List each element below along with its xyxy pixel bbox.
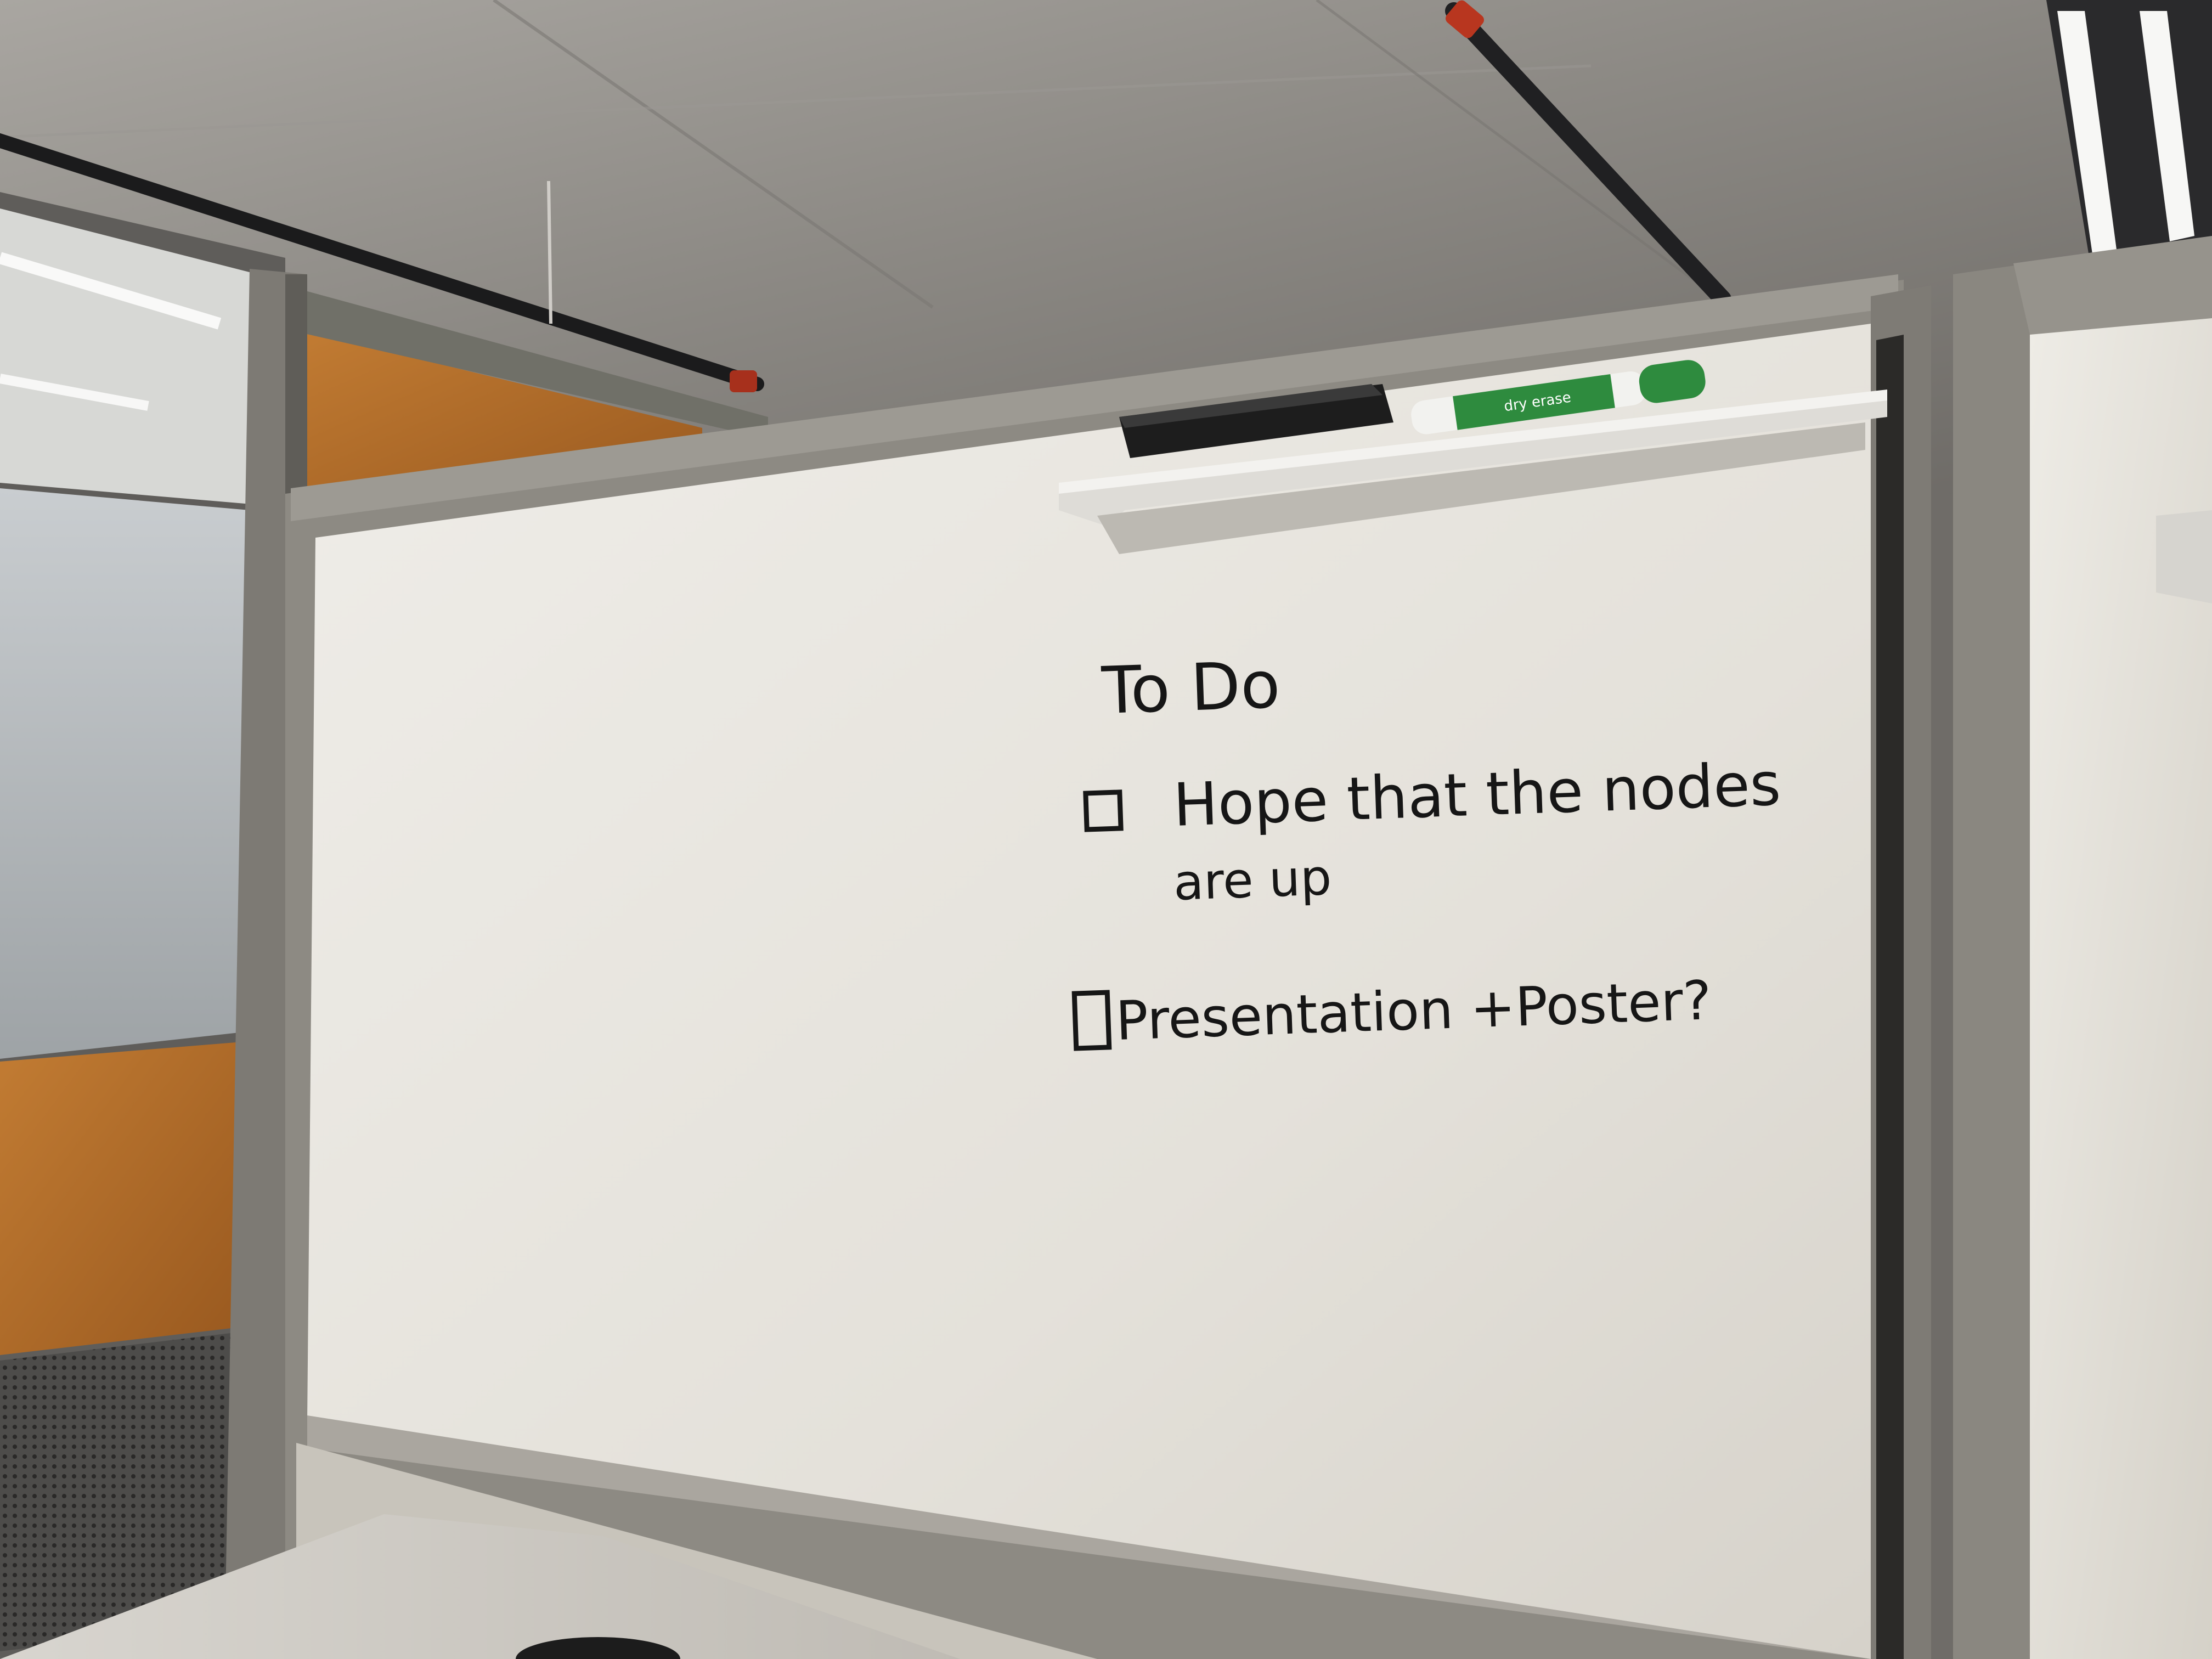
office-cubicle-photo: dry erase To Do Hope that the nodes are … <box>0 0 2212 1659</box>
cubicle-divider-post <box>1953 263 2030 1659</box>
hanger-rod <box>547 180 552 324</box>
cubicle-divider-gap <box>1876 335 1904 1659</box>
adjacent-whiteboard <box>2030 307 2212 1659</box>
todo-heading: To Do <box>1100 647 1281 729</box>
scene-svg: dry erase To Do Hope that the nodes are … <box>0 0 2212 1659</box>
pipe-clamp-red <box>730 370 757 392</box>
adjacent-marker-tray <box>2156 510 2212 603</box>
todo-item-1-line-2: are up <box>1172 849 1333 912</box>
frosted-glass-panel <box>0 488 250 1059</box>
wood-panel-left <box>0 1042 236 1355</box>
